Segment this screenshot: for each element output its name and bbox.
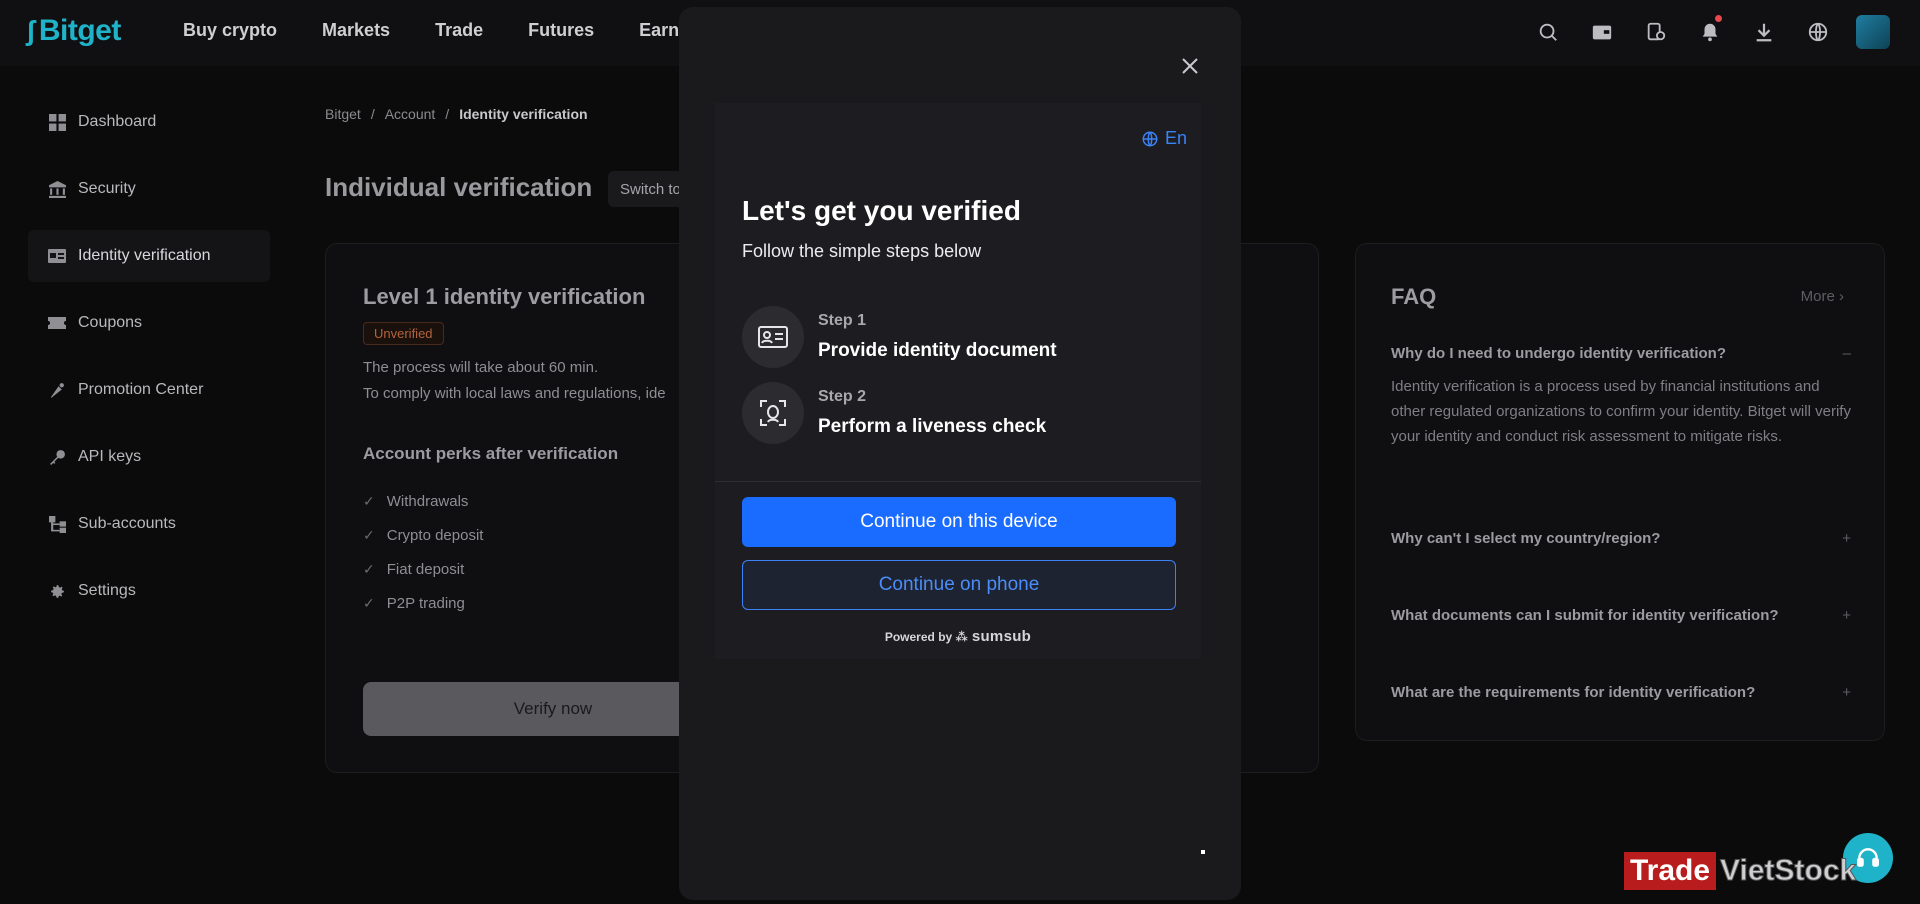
- list-item: ✓ Fiat deposit: [363, 560, 465, 578]
- faq-question-4[interactable]: What are the requirements for identity v…: [1391, 684, 1851, 701]
- faq-more-link[interactable]: More ›: [1801, 288, 1844, 305]
- step-2-text: Perform a liveness check: [818, 416, 1047, 437]
- duration-text: The process will take about 60 min.: [363, 359, 599, 376]
- language-selector[interactable]: En: [1141, 128, 1187, 149]
- modal-subtitle: Follow the simple steps below: [742, 241, 982, 261]
- breadcrumb: Bitget / Account / Identity verification: [325, 106, 588, 122]
- loading-dot: [1201, 850, 1205, 854]
- nav-markets[interactable]: Markets: [322, 20, 390, 41]
- step-1-text: Provide identity document: [818, 340, 1057, 361]
- watermark: Trade VietStock: [1624, 852, 1857, 890]
- sidebar-item-api-keys[interactable]: API keys: [28, 431, 270, 483]
- faq-question-1[interactable]: Why do I need to undergo identity verifi…: [1391, 345, 1851, 362]
- header-actions: [1532, 14, 1890, 50]
- nav-earn[interactable]: Earn: [639, 20, 679, 41]
- page-title: Individual verification: [325, 172, 593, 202]
- orders-icon[interactable]: [1640, 14, 1672, 50]
- bell-icon[interactable]: [1694, 14, 1726, 50]
- key-icon: [48, 448, 66, 466]
- chevron-right-icon: ›: [1839, 288, 1844, 305]
- search-icon[interactable]: [1532, 14, 1564, 50]
- sidebar-item-sub-accounts[interactable]: Sub-accounts: [28, 498, 270, 550]
- breadcrumb-separator: /: [370, 106, 375, 122]
- breadcrumb-current: Identity verification: [459, 106, 588, 122]
- avatar[interactable]: [1856, 15, 1890, 49]
- megaphone-icon: [48, 381, 66, 399]
- powered-by-sumsub[interactable]: Powered by ⁂ sumsub: [715, 628, 1201, 645]
- id-card-icon: [48, 247, 66, 265]
- globe-icon[interactable]: [1802, 14, 1834, 50]
- faq-question-3[interactable]: What documents can I submit for identity…: [1391, 607, 1851, 624]
- nav-trade[interactable]: Trade: [435, 20, 483, 41]
- faq-panel: FAQ More › Why do I need to undergo iden…: [1355, 243, 1885, 741]
- list-item: ✓ Withdrawals: [363, 492, 469, 510]
- continue-on-phone-button[interactable]: Continue on phone: [742, 560, 1176, 610]
- nav-futures[interactable]: Futures: [528, 20, 594, 41]
- sidebar-item-settings[interactable]: Settings: [28, 565, 270, 617]
- hierarchy-icon: [48, 515, 66, 533]
- step-2-label: Step 2: [818, 388, 867, 405]
- wallet-icon[interactable]: [1586, 14, 1618, 50]
- divider: [715, 481, 1201, 482]
- faq-title: FAQ: [1391, 284, 1437, 309]
- check-icon: ✓: [363, 526, 375, 543]
- perks-list: ✓ Withdrawals ✓ Crypto deposit ✓ Fiat depos…: [363, 484, 483, 620]
- sidebar-item-coupons[interactable]: Coupons: [28, 297, 270, 349]
- sidebar-item-promotion-center[interactable]: Promotion Center: [28, 364, 270, 416]
- dashboard-icon: [48, 113, 66, 131]
- faq-answer-1: Identity verification is a process used …: [1391, 378, 1851, 445]
- expand-icon[interactable]: +: [1842, 684, 1851, 701]
- modal-title: Let's get you verified: [742, 195, 1021, 226]
- sidebar-item-security[interactable]: Security: [28, 163, 270, 215]
- headset-icon: [1857, 848, 1879, 867]
- check-icon: ✓: [363, 560, 375, 577]
- check-icon: ✓: [363, 594, 375, 611]
- download-icon[interactable]: [1748, 14, 1780, 50]
- id-document-icon: [742, 306, 804, 368]
- bitget-logo[interactable]: ʃ Bitget: [26, 14, 121, 48]
- step-1-label: Step 1: [818, 312, 867, 329]
- breadcrumb-separator: /: [445, 106, 450, 122]
- card-title: Level 1 identity verification: [363, 284, 646, 309]
- faq-question-2[interactable]: Why can't I select my country/region? +: [1391, 530, 1851, 547]
- step-2: Step 2 Perform a liveness check: [742, 382, 1046, 444]
- notification-dot: [1715, 15, 1722, 22]
- compliance-text: To comply with local laws and regulation…: [363, 385, 666, 402]
- check-icon: ✓: [363, 492, 375, 509]
- globe-icon: [1142, 131, 1158, 146]
- verification-modal: En Let's get you verified Follow the sim…: [679, 7, 1241, 900]
- nav-buy-crypto[interactable]: Buy crypto: [183, 20, 277, 41]
- bank-icon: [48, 180, 66, 198]
- sidebar-item-identity-verification[interactable]: Identity verification: [28, 230, 270, 282]
- main-nav-links: Buy crypto Markets Trade Futures Earn: [183, 20, 679, 41]
- gear-icon: [48, 582, 66, 600]
- expand-icon[interactable]: +: [1842, 607, 1851, 624]
- continue-on-device-button[interactable]: Continue on this device: [742, 497, 1176, 547]
- close-icon[interactable]: [1179, 55, 1201, 77]
- status-badge: Unverified: [363, 322, 444, 345]
- face-scan-icon: [742, 382, 804, 444]
- breadcrumb-root[interactable]: Bitget: [325, 106, 361, 122]
- step-1: Step 1 Provide identity document: [742, 306, 1057, 368]
- sumsub-panel: En Let's get you verified Follow the sim…: [715, 103, 1201, 659]
- list-item: ✓ P2P trading: [363, 594, 465, 612]
- sidebar-item-dashboard[interactable]: Dashboard: [28, 96, 270, 148]
- list-item: ✓ Crypto deposit: [363, 526, 484, 544]
- ticket-icon: [48, 314, 66, 332]
- perks-title: Account perks after verification: [363, 444, 619, 463]
- breadcrumb-account[interactable]: Account: [385, 106, 436, 122]
- collapse-icon[interactable]: –: [1843, 345, 1851, 362]
- account-sidebar: Dashboard Security Identity verification…: [28, 96, 270, 632]
- bitget-logo-icon: ʃ: [26, 15, 35, 46]
- expand-icon[interactable]: +: [1842, 530, 1851, 547]
- sumsub-logo-icon: ⁂: [955, 630, 968, 644]
